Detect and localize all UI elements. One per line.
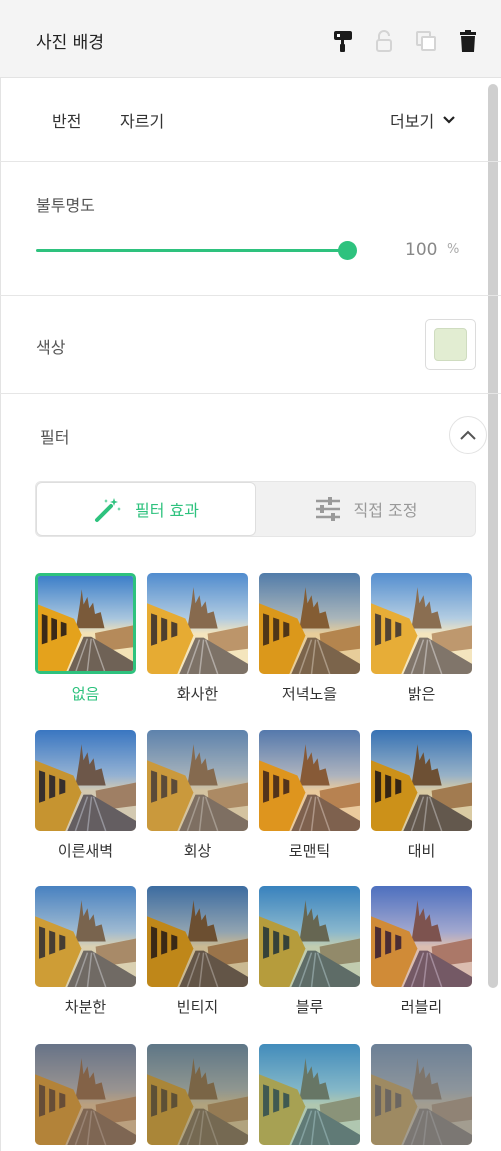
filter-label: 대비 [407,842,436,860]
filter-label: 차분한 [64,998,107,1016]
filter-label: 저녁노을 [281,685,338,703]
filter-label: 로맨틱 [288,842,331,860]
filter-label: 화사한 [176,685,219,703]
filter-section: 필터 필터 효과 직접 조정 없음 화사한 저녁노을 밝은이른새벽 회상 로맨틱 대비차분한… [0,394,501,1151]
filter-thumbnail[interactable] [147,886,248,987]
more-label: 더보기 [390,112,435,131]
filter-mode-toggle: 필터 효과 직접 조정 [35,481,476,537]
crop-button[interactable]: 자르기 [120,108,164,132]
filter-label: 빈티지 [176,998,219,1016]
filter-thumbnail[interactable] [259,1044,360,1145]
chevron-down-icon [443,116,455,124]
magic-wand-icon [95,498,122,522]
filter-thumbnail[interactable] [371,730,472,831]
filter-label: 이른새벽 [57,842,114,860]
color-label: 색상 [36,338,66,357]
sliders-icon [315,497,340,521]
filter-thumbnail[interactable] [259,730,360,831]
filter-label: 러블리 [400,998,443,1016]
filter-thumbnail[interactable] [35,730,136,831]
filter-thumbnail[interactable] [371,886,472,987]
filter-thumbnail[interactable] [259,573,360,674]
opacity-value[interactable]: 100 [405,240,437,260]
more-button[interactable]: 더보기 [390,108,456,132]
opacity-label: 불투명도 [36,196,95,215]
color-swatch [434,328,467,361]
filter-thumbnail[interactable] [147,730,248,831]
opacity-unit: % [447,242,460,257]
opacity-section: 불투명도 100 % [0,162,501,296]
panel-title: 사진 배경 [36,33,104,53]
filter-label: 없음 [71,685,100,703]
filter-thumbnail[interactable] [371,573,472,674]
edit-tabs: 반전 자르기 더보기 [0,78,501,162]
filter-effects-label: 필터 효과 [135,501,199,520]
trash-icon[interactable] [455,28,481,54]
chevron-up-icon [460,430,476,440]
filter-thumbnail[interactable] [371,1044,472,1145]
filter-thumbnail[interactable] [147,573,248,674]
filter-label: 블루 [295,998,324,1016]
opacity-slider-track[interactable] [36,249,346,252]
filter-thumbnail[interactable] [35,886,136,987]
manual-adjust-tab[interactable]: 직접 조정 [256,482,475,536]
collapse-button[interactable] [449,416,487,454]
filter-effects-tab[interactable]: 필터 효과 [36,482,256,536]
opacity-slider-handle[interactable] [338,241,357,260]
manual-adjust-label: 직접 조정 [353,501,418,520]
lock-icon[interactable] [371,28,397,54]
filter-label: 필터 [40,428,70,447]
paint-roller-icon[interactable] [330,28,356,54]
color-section: 색상 [0,296,501,394]
panel-header: 사진 배경 [0,0,501,78]
duplicate-icon[interactable] [413,28,439,54]
flip-button[interactable]: 반전 [52,108,81,132]
filter-label: 회상 [183,842,212,860]
filter-thumbnail[interactable] [147,1044,248,1145]
filter-label: 밝은 [407,685,436,703]
filter-thumbnail[interactable] [35,573,136,674]
color-picker-button[interactable] [425,319,476,370]
filter-thumbnail[interactable] [259,886,360,987]
filter-thumbnail[interactable] [35,1044,136,1145]
